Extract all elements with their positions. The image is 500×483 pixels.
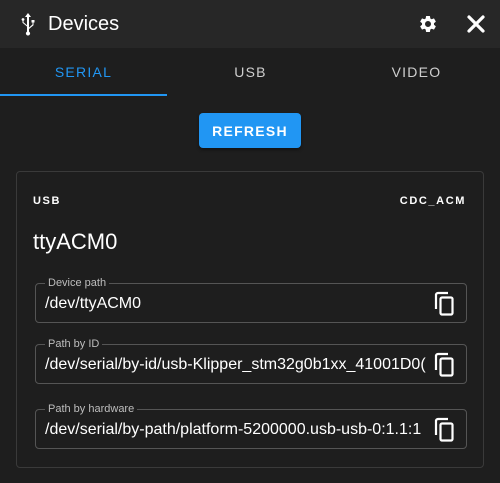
path-by-id-value[interactable]: /dev/serial/by-id/usb-Klipper_stm32g0b1x…	[45, 355, 429, 375]
path-by-id-field[interactable]: Path by ID /dev/serial/by-id/usb-Klipper…	[35, 338, 467, 384]
close-icon[interactable]	[464, 12, 488, 36]
gear-icon[interactable]	[418, 14, 438, 34]
path-by-hardware-field[interactable]: Path by hardware /dev/serial/by-path/pla…	[35, 403, 467, 449]
active-tab-indicator	[0, 94, 167, 96]
dialog-titlebar: Devices	[0, 0, 500, 48]
dialog-title: Devices	[48, 13, 120, 35]
copy-icon[interactable]	[432, 291, 456, 317]
copy-icon[interactable]	[432, 352, 456, 378]
tab-usb[interactable]: USB	[167, 48, 334, 96]
device-bus: USB	[33, 195, 62, 207]
path-by-hardware-value[interactable]: /dev/serial/by-path/platform-5200000.usb…	[45, 420, 429, 440]
tab-serial[interactable]: SERIAL	[0, 48, 167, 96]
tab-video[interactable]: VIDEO	[333, 48, 500, 96]
refresh-button[interactable]: REFRESH	[199, 113, 301, 148]
device-tabs: SERIAL USB VIDEO	[0, 48, 500, 96]
usb-icon	[21, 13, 35, 36]
device-path-field[interactable]: Device path /dev/ttyACM0	[35, 277, 467, 323]
device-path-label: Device path	[45, 277, 110, 289]
device-path-value[interactable]: /dev/ttyACM0	[45, 294, 429, 314]
device-name: ttyACM0	[33, 229, 118, 254]
path-by-id-label: Path by ID	[45, 338, 103, 350]
device-card: USB CDC_ACM ttyACM0 Device path /dev/tty…	[16, 171, 484, 468]
path-by-hardware-label: Path by hardware	[45, 403, 138, 415]
copy-icon[interactable]	[432, 417, 456, 443]
device-driver: CDC_ACM	[399, 195, 466, 207]
